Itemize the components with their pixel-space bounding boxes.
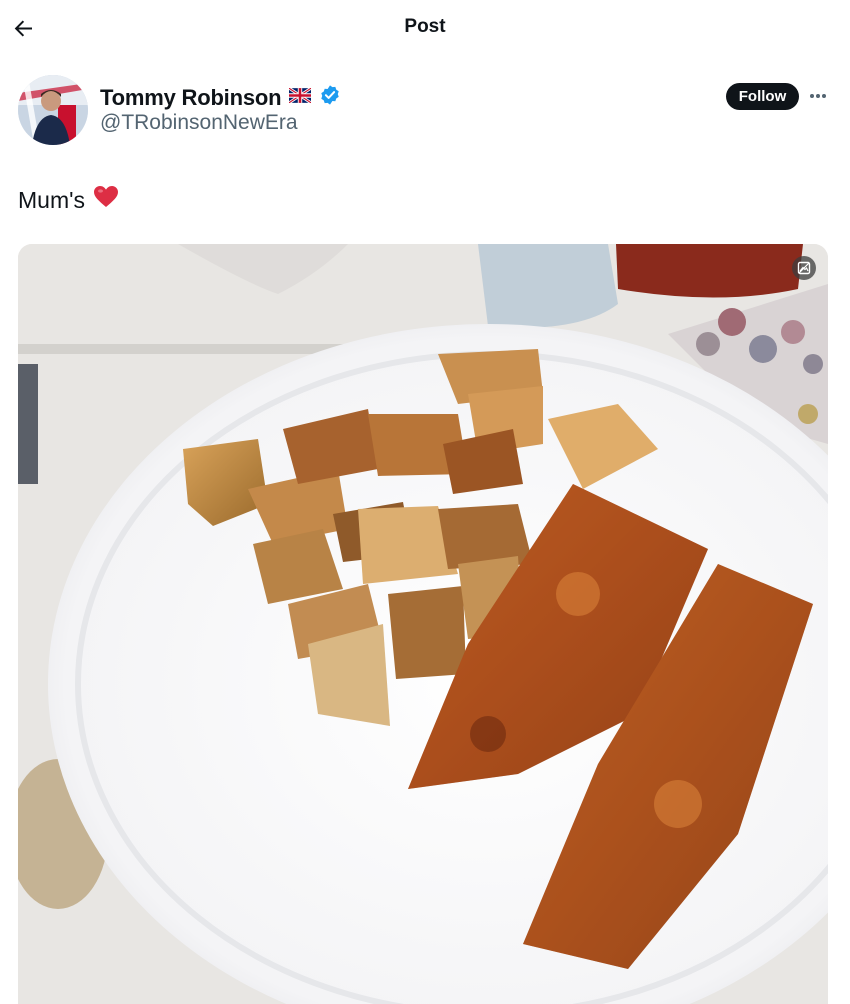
alt-text-icon xyxy=(797,261,811,275)
author-name-row[interactable]: Tommy Robinson xyxy=(100,84,341,111)
verified-badge-icon[interactable] xyxy=(319,84,341,111)
food-photo xyxy=(18,244,828,1004)
follow-button[interactable]: Follow xyxy=(726,83,799,110)
avatar[interactable] xyxy=(18,75,88,145)
post-text-content: Mum's xyxy=(18,186,86,213)
uk-flag-icon xyxy=(288,86,313,108)
top-bar: Post xyxy=(0,0,850,56)
user-handle[interactable]: @TRobinsonNewEra xyxy=(100,111,298,135)
page-title: Post xyxy=(404,16,446,37)
more-horizontal-icon xyxy=(810,94,826,98)
post-media-image[interactable] xyxy=(18,244,828,1004)
post-text: Mum's xyxy=(18,185,119,215)
more-options-button[interactable] xyxy=(806,86,830,106)
heart-emoji-icon xyxy=(93,185,119,215)
display-name[interactable]: Tommy Robinson xyxy=(100,85,282,111)
alt-text-badge[interactable] xyxy=(792,256,816,280)
